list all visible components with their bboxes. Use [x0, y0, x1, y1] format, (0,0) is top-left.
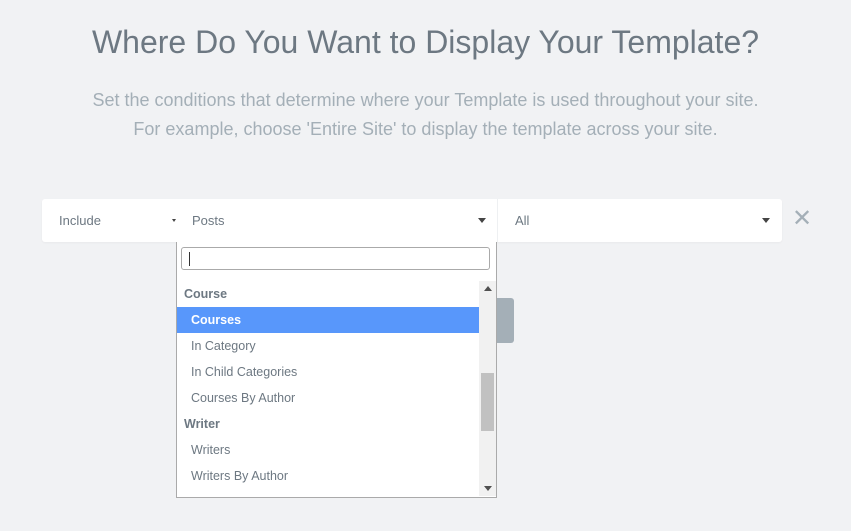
caret-down-icon	[762, 218, 770, 223]
caret-down-icon	[478, 218, 486, 223]
dropdown-option[interactable]: Writers	[177, 437, 479, 463]
condition-type-value: Include	[59, 213, 101, 228]
option-group-label: Writer	[184, 417, 220, 431]
close-icon[interactable]: ✕	[792, 207, 812, 231]
scrollbar[interactable]	[479, 281, 496, 496]
text-cursor	[189, 252, 190, 266]
dropdown-option[interactable]: In Child Categories	[177, 359, 479, 385]
condition-row: Include Posts All	[42, 199, 782, 242]
scrollbar-thumb[interactable]	[481, 373, 494, 431]
dropdown-option[interactable]: Courses	[177, 307, 479, 333]
option-group-label: Course	[184, 287, 228, 301]
subtitle-line-2: For example, choose 'Entire Site' to dis…	[133, 119, 718, 139]
scroll-up-icon[interactable]	[484, 286, 492, 291]
condition-name-dropdown: Course Courses In Category In Child Categor…	[176, 242, 497, 498]
subtitle-line-1: Set the conditions that determine where …	[92, 90, 759, 110]
dropdown-option[interactable]: In Category	[177, 333, 479, 359]
condition-sub-name-select[interactable]: All	[498, 199, 782, 242]
dropdown-options-list: Course Courses In Category In Child Categor…	[177, 281, 479, 496]
scroll-down-icon[interactable]	[484, 486, 492, 491]
condition-name-value: Posts	[192, 213, 225, 228]
caret-down-icon	[172, 219, 176, 222]
dropdown-search-input[interactable]	[181, 247, 490, 270]
condition-type-select[interactable]: Include	[42, 199, 180, 242]
condition-sub-name-value: All	[515, 213, 530, 228]
dropdown-option[interactable]: Writers By Author	[177, 463, 479, 489]
condition-name-select[interactable]: Posts	[180, 199, 497, 242]
page-title: Where Do You Want to Display Your Templa…	[91, 24, 760, 60]
dropdown-option[interactable]: Courses By Author	[177, 385, 479, 411]
